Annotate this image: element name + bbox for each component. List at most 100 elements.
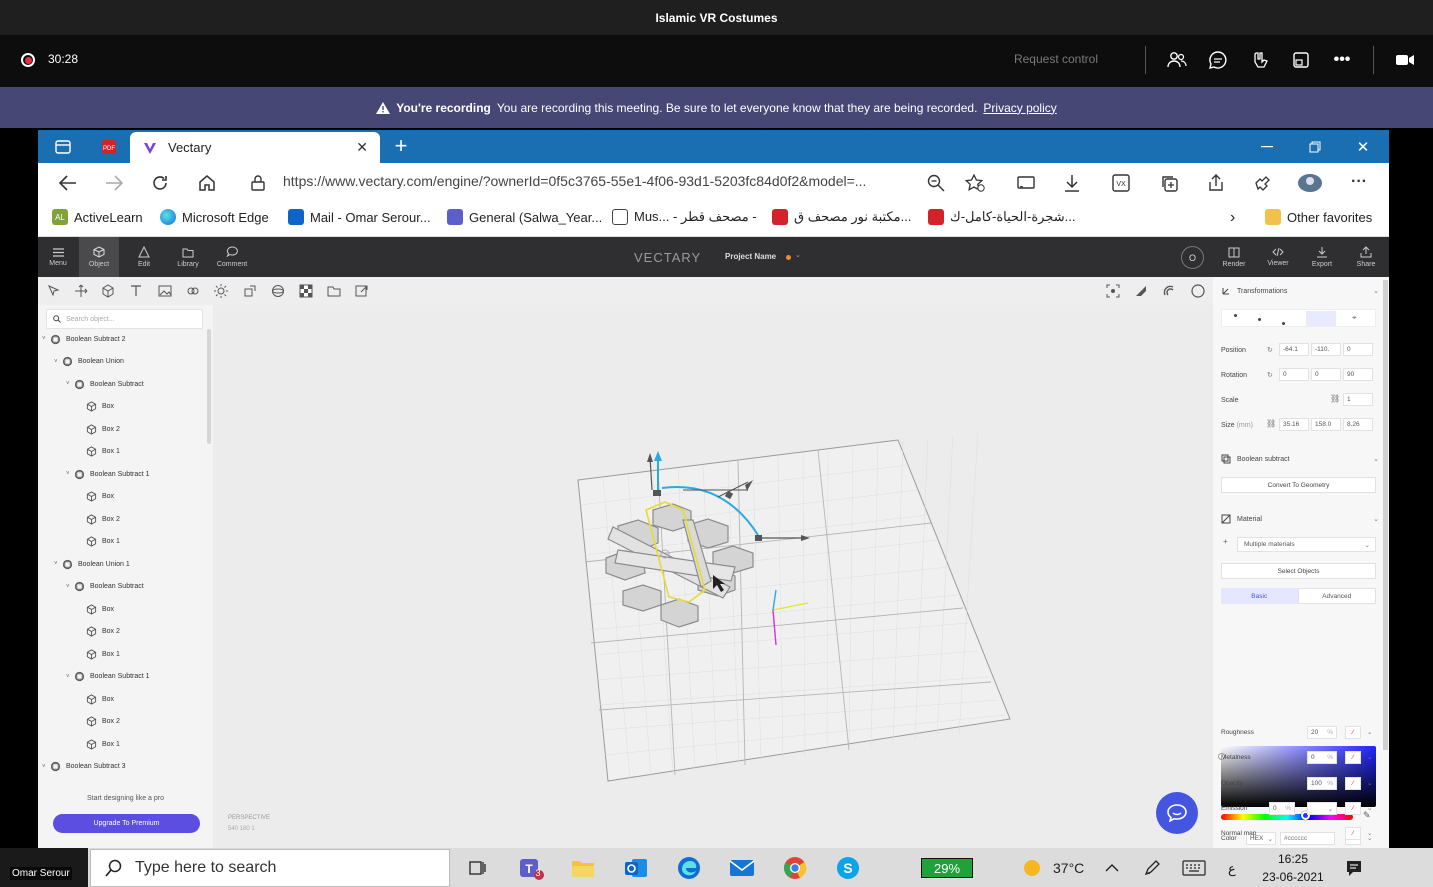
chrome-icon[interactable] xyxy=(782,855,808,881)
link-icon[interactable]: ⛓ xyxy=(1330,394,1340,403)
forward-icon[interactable] xyxy=(103,172,125,194)
caret-down-icon[interactable]: ˅ xyxy=(54,561,62,567)
extensions-icon[interactable] xyxy=(1251,173,1273,193)
outlook-taskbar-icon[interactable] xyxy=(623,855,649,881)
taskbar-search[interactable]: Type here to search xyxy=(90,849,450,887)
transformations-header[interactable]: Transformations ⌄ xyxy=(1221,286,1379,296)
chevron-down-icon[interactable]: ⌄ xyxy=(795,251,801,259)
rotation-z[interactable]: 90 xyxy=(1343,368,1373,381)
user-avatar[interactable]: O xyxy=(1181,246,1204,269)
close-tab-icon[interactable]: ✕ xyxy=(356,139,368,156)
caret-down-icon[interactable]: ˅ xyxy=(66,471,74,477)
tree-item[interactable]: Box xyxy=(38,598,208,620)
texture-slash-icon[interactable]: ⁄ xyxy=(1345,777,1361,790)
measure-icon[interactable] xyxy=(1133,283,1149,299)
temperature[interactable]: 37°C xyxy=(1053,860,1084,876)
texture-slash-icon[interactable]: ⁄ xyxy=(1345,751,1361,764)
tree-item[interactable]: ˅ Boolean Subtract 1 xyxy=(38,666,208,688)
tree-item[interactable]: Box 1 xyxy=(38,441,208,463)
search-object-input[interactable]: Search object... xyxy=(46,309,203,329)
keyboard-icon[interactable] xyxy=(1179,855,1209,881)
caret-down-icon[interactable]: ˅ xyxy=(66,584,74,590)
tree-item[interactable]: ˅ Boolean Subtract 3 xyxy=(38,756,208,778)
tree-item[interactable]: ˅ Boolean Subtract xyxy=(38,576,208,598)
tab-basic[interactable]: Basic xyxy=(1221,588,1298,604)
zoom-icon[interactable] xyxy=(926,173,946,193)
back-icon[interactable] xyxy=(57,172,79,194)
download-icon[interactable] xyxy=(1061,173,1083,193)
tab-vectary[interactable]: Vectary ✕ xyxy=(130,132,380,163)
texture-slash-icon[interactable]: ⁄ xyxy=(1345,802,1361,815)
caret-down-icon[interactable]: ˅ xyxy=(66,381,74,387)
library-button[interactable]: Library xyxy=(168,237,208,277)
project-name[interactable]: Project Name xyxy=(725,252,776,261)
tree-item[interactable]: Box 1 xyxy=(38,531,208,553)
clock-date[interactable]: 23-06-2021 xyxy=(1262,870,1324,884)
cube-tool-icon[interactable] xyxy=(100,283,116,299)
edit-button[interactable]: Edit xyxy=(124,237,164,277)
battery-indicator[interactable]: 29% xyxy=(921,858,973,878)
favorite-item[interactable]: شجرة-الحياة-كامل-ك... xyxy=(928,209,1075,225)
tree-item[interactable]: Box 1 xyxy=(38,733,208,755)
new-tab-button[interactable]: + xyxy=(390,133,412,158)
scale-input[interactable]: 1 xyxy=(1343,393,1373,406)
restore-icon[interactable] xyxy=(1306,138,1324,156)
tree-item[interactable]: Box xyxy=(38,688,208,710)
3d-viewport[interactable]: PERSPECTIVE 540 180 1 xyxy=(213,305,1213,848)
favorite-item[interactable]: AL ActiveLearn xyxy=(52,209,143,225)
favorite-item[interactable]: مكتبة نور مصحف ق... xyxy=(772,209,911,225)
camera-icon[interactable] xyxy=(1393,48,1417,72)
checker-tool-icon[interactable] xyxy=(298,283,314,299)
mail-icon[interactable] xyxy=(729,855,755,881)
tree-item[interactable]: ˅ Boolean Subtract xyxy=(38,373,208,395)
text-tool-icon[interactable] xyxy=(128,283,144,299)
chevron-down-icon[interactable]: ⌄ xyxy=(1367,728,1372,736)
skype-icon[interactable]: S xyxy=(835,855,861,881)
notifications-icon[interactable] xyxy=(1341,855,1367,881)
camera-mode[interactable]: PERSPECTIVE xyxy=(228,815,270,821)
move-tool-icon[interactable] xyxy=(73,283,89,299)
caret-down-icon[interactable]: ˅ xyxy=(66,674,74,680)
favorite-item[interactable]: Mus... - مصحف قطر - xyxy=(612,209,757,225)
pdf-tab-icon[interactable]: PDF xyxy=(100,138,118,156)
export-button[interactable]: Export xyxy=(1302,237,1342,277)
tree-item[interactable]: Box 1 xyxy=(38,643,208,665)
object-button[interactable]: Object xyxy=(79,237,119,277)
tree-item[interactable]: ˅ Boolean Union 1 xyxy=(38,553,208,575)
rotation-y[interactable]: 0 xyxy=(1311,368,1341,381)
chat-button[interactable] xyxy=(1156,792,1198,834)
share-button[interactable]: Share xyxy=(1346,237,1386,277)
view-icon[interactable] xyxy=(1289,48,1313,72)
caret-down-icon[interactable]: ˅ xyxy=(42,336,50,342)
lock-icon[interactable] xyxy=(249,174,267,192)
select-objects-button[interactable]: Select Objects xyxy=(1221,563,1376,579)
image-tool-icon[interactable] xyxy=(157,283,173,299)
boolean-header[interactable]: Boolean subtract ⌄ xyxy=(1221,454,1379,464)
tab-actions-icon[interactable] xyxy=(54,138,72,156)
link-icon[interactable]: ⛓ xyxy=(1266,419,1276,428)
task-view-icon[interactable] xyxy=(464,855,490,881)
tree-item[interactable]: Box xyxy=(38,486,208,508)
folder-tool-icon[interactable] xyxy=(326,283,342,299)
tree-scrollbar[interactable] xyxy=(207,329,211,444)
chevron-down-icon[interactable]: ⌄ xyxy=(1367,779,1372,787)
tree-item[interactable]: ˅ Boolean Subtract 2 xyxy=(38,328,208,350)
close-window-icon[interactable]: ✕ xyxy=(1354,138,1372,156)
emission-input[interactable]: 0% xyxy=(1269,802,1295,815)
profile-avatar-icon[interactable] xyxy=(1296,170,1324,196)
chevron-down-icon[interactable]: ⌄ xyxy=(1367,804,1372,812)
opacity-input[interactable]: 100% xyxy=(1307,777,1337,790)
minimize-icon[interactable] xyxy=(1258,138,1276,156)
group-tool-icon[interactable] xyxy=(185,283,201,299)
refresh-icon[interactable] xyxy=(149,172,171,194)
url-field[interactable]: https://www.vectary.com/engine/?ownerId=… xyxy=(283,173,866,189)
other-favorites[interactable]: Other favorites xyxy=(1265,209,1372,225)
reactions-icon[interactable] xyxy=(1248,48,1272,72)
material-header[interactable]: Material ⌄ xyxy=(1221,514,1379,524)
emission-color-select[interactable]: ⌄ xyxy=(1307,802,1337,815)
extension-vx-icon[interactable]: VX xyxy=(1110,173,1132,193)
tree-item[interactable]: Box 2 xyxy=(38,621,208,643)
settings-menu-icon[interactable]: ··· xyxy=(1348,171,1370,193)
chevron-up-icon[interactable] xyxy=(1099,855,1125,881)
tree-item[interactable]: ˅ Boolean Union xyxy=(38,351,208,373)
